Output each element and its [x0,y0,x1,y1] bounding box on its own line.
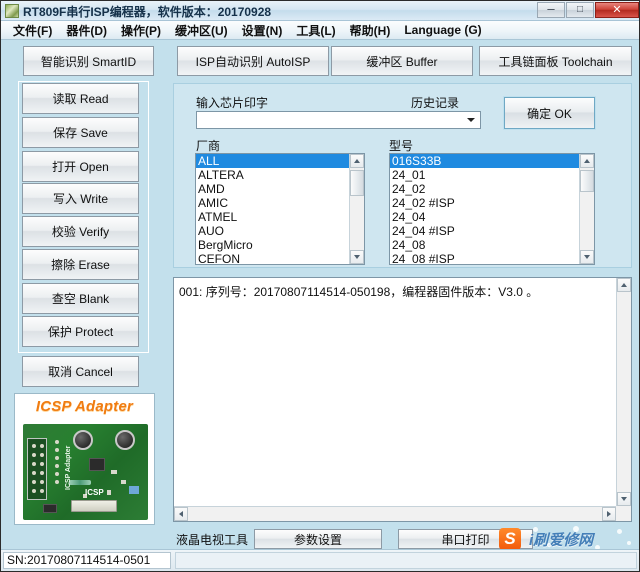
resistor [69,480,91,485]
scroll-corner [616,506,631,521]
list-item[interactable]: 24_02 #ISP [390,196,579,210]
pcb-silkscreen-bottom: ICSP [85,488,104,497]
scroll-left-icon[interactable] [174,507,188,521]
list-item[interactable]: 24_04 [390,210,579,224]
save-button[interactable]: 保存 Save [22,117,139,148]
list-item[interactable]: AMIC [196,196,349,210]
protect-button[interactable]: 保护 Protect [22,316,139,347]
window-controls: – □ ✕ [536,2,639,19]
list-item[interactable]: BergMicro [196,238,349,252]
verify-button[interactable]: 校验 Verify [22,216,139,247]
log-line: 001: 序列号：20170807114514-050198，编程器固件版本：V… [179,285,539,299]
toolchain-button[interactable]: 工具链面板 Toolchain [479,46,632,76]
param-settings-button[interactable]: 参数设置 [254,529,383,549]
close-button[interactable]: ✕ [595,2,639,18]
window-title: RT809F串行ISP编程器，软件版本：20170928 [23,5,272,19]
lcd-tool-label: 液晶电视工具 [176,532,249,547]
menu-device[interactable]: 器件(D) [59,21,114,40]
icsp-title: ICSP Adapter [35,398,134,415]
list-item[interactable]: 24_02 [390,182,579,196]
menu-settings[interactable]: 设置(N) [235,21,290,40]
model-label: 型号 [389,139,414,153]
pcb-photo: ICSP Adapter ICSP [23,424,148,520]
close-icon: ✕ [612,4,622,16]
history-label: 历史记录 [411,96,460,110]
ic-chip-2 [43,504,57,513]
chip-search-input[interactable] [196,111,481,129]
cancel-button[interactable]: 取消 Cancel [22,356,139,387]
menu-bar: 文件(F) 器件(D) 操作(P) 缓冲区(U) 设置(N) 工具(L) 帮助(… [1,21,639,40]
chip-input-label: 输入芯片印字 [196,96,269,110]
buffer-button[interactable]: 缓冲区 Buffer [331,46,473,76]
maximize-button[interactable]: □ [566,2,594,18]
menu-buffer[interactable]: 缓冲区(U) [168,21,235,40]
read-button[interactable]: 读取 Read [22,83,139,114]
menu-tools[interactable]: 工具(L) [289,21,342,40]
menu-language[interactable]: Language (G) [397,22,488,38]
title-bar: RT809F串行ISP编程器，软件版本：20170928 – □ ✕ [1,1,639,21]
list-item[interactable]: 016S33B [390,154,579,168]
manufacturer-items: ALL ALTERA AMD AMIC ATMEL AUO BergMicro … [196,154,349,264]
log-output[interactable]: 001: 序列号：20170807114514-050198，编程器固件版本：V… [173,277,632,522]
menu-help[interactable]: 帮助(H) [343,21,398,40]
scroll-up-icon[interactable] [350,154,364,168]
minimize-button[interactable]: – [537,2,565,18]
app-window: RT809F串行ISP编程器，软件版本：20170928 – □ ✕ 文件(F)… [0,0,640,572]
open-button[interactable]: 打开 Open [22,151,139,182]
scroll-down-icon[interactable] [580,250,594,264]
smartid-button[interactable]: 智能识别 SmartID [23,46,154,76]
erase-button[interactable]: 擦除 Erase [22,249,139,280]
log-hscrollbar[interactable] [174,506,616,521]
status-progress-pane [175,552,637,569]
scroll-up-icon[interactable] [617,278,631,292]
ic-chip-1 [89,458,105,471]
watermark-text: i刷爱修网 [529,532,594,549]
connector [71,500,117,512]
sogou-logo-icon: S [499,528,521,550]
autoisp-button[interactable]: ISP自动识别 AutoISP [177,46,329,76]
status-bar: SN:20170807114514-0501 [1,549,639,571]
list-item[interactable]: 24_08 #ISP [390,252,579,264]
list-item[interactable]: CEFON [196,252,349,264]
scroll-right-icon[interactable] [602,507,616,521]
capacitor-2 [115,430,135,450]
chevron-down-icon[interactable] [467,118,475,122]
menu-operation[interactable]: 操作(P) [114,21,168,40]
write-button[interactable]: 写入 Write [22,183,139,214]
blank-button[interactable]: 查空 Blank [22,283,139,314]
toolbar: 智能识别 SmartID ISP自动识别 AutoISP 缓冲区 Buffer … [1,40,639,82]
minimize-icon: – [547,1,555,16]
chip-search-field[interactable] [199,113,465,129]
model-items: 016S33B 24_01 24_02 24_02 #ISP 24_04 24_… [390,154,579,264]
list-item[interactable]: ALL [196,154,349,168]
pin-header [27,438,47,500]
list-item[interactable]: 24_08 [390,238,579,252]
maximize-icon: □ [576,4,584,15]
list-item[interactable]: 24_01 [390,168,579,182]
list-item[interactable]: ATMEL [196,210,349,224]
manufacturer-label: 厂商 [196,139,221,153]
scroll-up-icon[interactable] [580,154,594,168]
scroll-down-icon[interactable] [617,492,631,506]
manufacturer-scrollbar[interactable] [349,154,364,264]
list-item[interactable]: ALTERA [196,168,349,182]
manufacturer-listbox[interactable]: ALL ALTERA AMD AMIC ATMEL AUO BergMicro … [195,153,365,265]
status-serial-number: SN:20170807114514-0501 [3,552,171,569]
menu-file[interactable]: 文件(F) [6,21,59,40]
model-scrollbar[interactable] [579,154,594,264]
scroll-thumb[interactable] [580,170,594,192]
scroll-thumb[interactable] [350,170,364,196]
pcb-silkscreen-vertical: ICSP Adapter [65,445,72,490]
icsp-adapter-image: ICSP Adapter ICSP Adapter ICSP [14,393,155,525]
ok-button[interactable]: 确定 OK [504,97,595,129]
list-item[interactable]: AUO [196,224,349,238]
list-item[interactable]: 24_04 #ISP [390,224,579,238]
scroll-down-icon[interactable] [350,250,364,264]
capacitor-1 [73,430,93,450]
app-icon [5,4,19,18]
list-item[interactable]: AMD [196,182,349,196]
log-vscrollbar[interactable] [616,278,631,506]
model-listbox[interactable]: 016S33B 24_01 24_02 24_02 #ISP 24_04 24_… [389,153,595,265]
